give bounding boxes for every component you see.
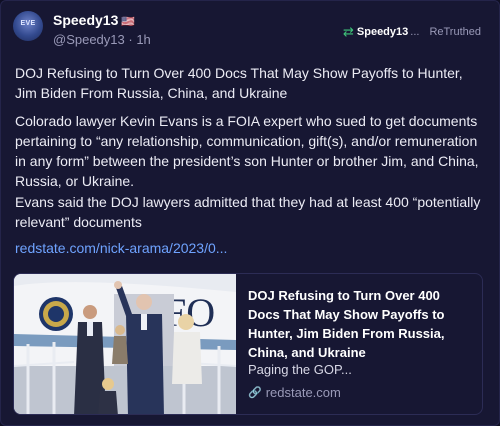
retruth-label: ReTruthed	[429, 26, 481, 38]
avatar[interactable]: EVE	[13, 11, 43, 41]
author-meta: @Speedy13 · 1h	[53, 32, 151, 47]
retruth-user[interactable]: Speedy13	[357, 26, 408, 38]
post-paragraph: Evans said the DOJ lawyers admitted that…	[15, 194, 481, 230]
post-timestamp[interactable]: 1h	[136, 32, 150, 47]
avatar-text: EVE	[20, 20, 36, 27]
link-preview-domain[interactable]: 🔗 redstate.com	[248, 385, 341, 400]
author-display-name[interactable]: Speedy13	[53, 12, 118, 28]
preview-photo: FO	[14, 274, 236, 414]
link-preview-title[interactable]: DOJ Refusing to Turn Over 400 Docs That …	[248, 286, 468, 362]
retruth-icon: ⇄	[342, 24, 354, 39]
link-icon: 🔗	[248, 387, 262, 399]
post-paragraph: Colorado lawyer Kevin Evans is a FOIA ex…	[15, 113, 479, 189]
link-preview-domain-text: redstate.com	[265, 385, 341, 400]
author-handle[interactable]: @Speedy13	[53, 32, 125, 47]
retruth-ellipsis: ...	[410, 26, 420, 38]
us-flag-icon: 🇺🇸	[121, 16, 136, 28]
retruth-indicator[interactable]: ⇄ Speedy13 ... ReTruthed	[343, 24, 481, 40]
link-preview-image[interactable]: FO	[14, 274, 236, 414]
link-preview-card[interactable]: FO DOJ Refusing to Turn Over 400 Docs Th…	[13, 273, 483, 415]
post-paragraph: DOJ Refusing to Turn Over 400 Docs That …	[15, 65, 463, 101]
link-preview-description: Paging the GOP...	[248, 362, 352, 377]
post-card[interactable]: EVE Speedy13 🇺🇸 @Speedy13 · 1h ⇄ Speedy13…	[0, 0, 500, 426]
author-name[interactable]: Speedy13 🇺🇸	[53, 12, 135, 28]
post-link[interactable]: redstate.com/nick-arama/2023/0...	[15, 240, 227, 256]
